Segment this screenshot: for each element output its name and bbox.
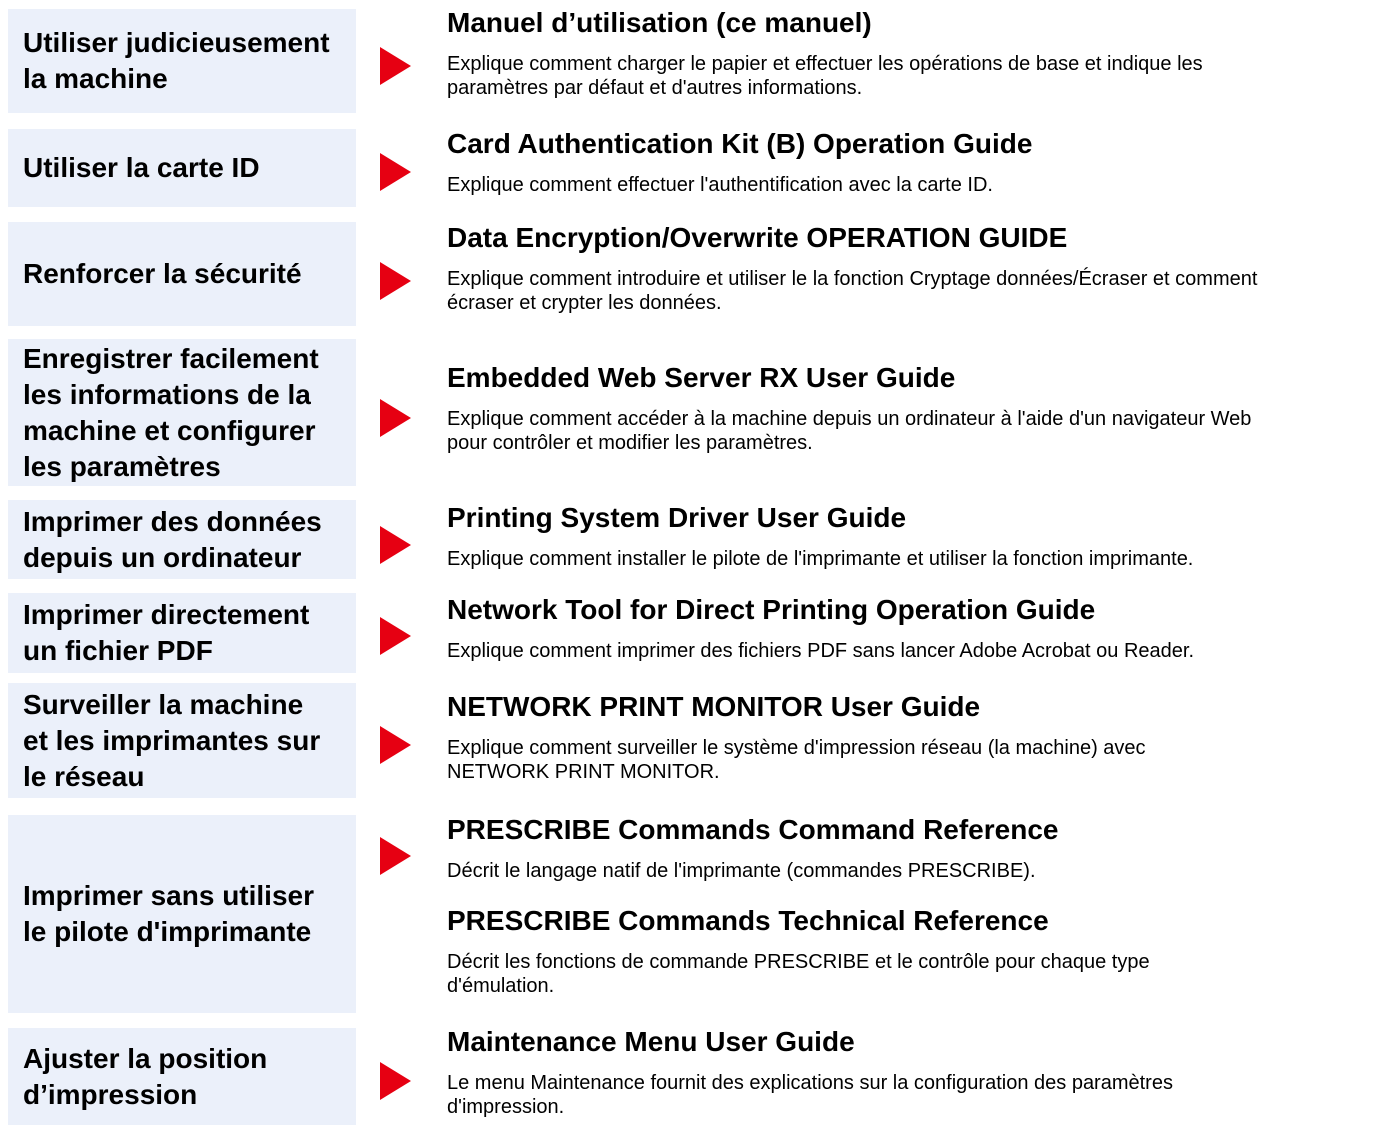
guide-description: Explique comment installer le pilote de … xyxy=(447,548,1194,570)
guide-title: NETWORK PRINT MONITOR User Guide xyxy=(447,691,981,722)
task-label: Surveiller la machine et les imprimantes… xyxy=(23,688,321,792)
task-box: Enregistrer facilement les informations … xyxy=(8,339,356,486)
guide-entry: Manuel d’utilisation (ce manuel) Expliqu… xyxy=(447,6,1397,100)
guide-entry: Printing System Driver User Guide Expliq… xyxy=(447,501,1397,571)
task-label: Imprimer des données depuis un ordinateu… xyxy=(23,505,322,573)
guide-description: Explique comment accéder à la machine de… xyxy=(447,408,1252,454)
guide-description: Décrit le langage natif de l'imprimante … xyxy=(447,860,1036,882)
task-box: Utiliser la carte ID xyxy=(8,129,356,207)
guide-title: Data Encryption/Overwrite OPERATION GUID… xyxy=(447,222,1068,253)
task-label: Ajuster la position d’impression xyxy=(23,1042,268,1110)
guide-description: Explique comment imprimer des fichiers P… xyxy=(447,640,1195,662)
task-label: Utiliser la carte ID xyxy=(23,152,260,183)
arrow-right-icon xyxy=(380,399,411,437)
arrow-right-icon xyxy=(380,262,411,300)
guide-title: Printing System Driver User Guide xyxy=(447,502,907,533)
task-label: Renforcer la sécurité xyxy=(23,258,302,289)
task-label: Imprimer directement un fichier PDF xyxy=(23,599,310,666)
task-box: Renforcer la sécurité xyxy=(8,222,356,326)
task-box: Ajuster la position d’impression xyxy=(8,1028,356,1125)
guide-entry: Embedded Web Server RX User Guide Expliq… xyxy=(447,361,1397,455)
task-label: Imprimer sans utiliser le pilote d'impri… xyxy=(23,880,315,947)
guide-title: Network Tool for Direct Printing Operati… xyxy=(447,594,1096,625)
task-label: Utiliser judicieusement la machine xyxy=(23,27,330,94)
arrow-right-icon xyxy=(380,153,411,191)
guide-title: Card Authentication Kit (B) Operation Gu… xyxy=(447,128,1033,159)
task-box: Utiliser judicieusement la machine xyxy=(8,9,356,113)
guide-title: Manuel d’utilisation (ce manuel) xyxy=(447,7,872,38)
guide-title: PRESCRIBE Commands Technical Reference xyxy=(447,905,1049,936)
guide-title: Maintenance Menu User Guide xyxy=(447,1026,855,1057)
task-label: Enregistrer facilement les informations … xyxy=(23,342,319,482)
guide-entry: NETWORK PRINT MONITOR User Guide Expliqu… xyxy=(447,690,1397,784)
task-box: Surveiller la machine et les imprimantes… xyxy=(8,683,356,798)
guide-entry: Network Tool for Direct Printing Operati… xyxy=(447,593,1397,663)
task-box: Imprimer sans utiliser le pilote d'impri… xyxy=(8,815,356,1013)
guide-entry: PRESCRIBE Commands Technical Reference D… xyxy=(447,904,1397,998)
task-box: Imprimer des données depuis un ordinateu… xyxy=(8,500,356,579)
arrow-right-icon xyxy=(380,1062,411,1100)
guide-description: Explique comment charger le papier et ef… xyxy=(447,53,1203,99)
arrow-right-icon xyxy=(380,526,411,564)
guide-entry: Maintenance Menu User Guide Le menu Main… xyxy=(447,1025,1397,1119)
arrow-right-icon xyxy=(380,726,411,764)
guide-description: Décrit les fonctions de commande PRESCRI… xyxy=(447,951,1150,997)
guide-title: Embedded Web Server RX User Guide xyxy=(447,362,956,393)
guide-description: Explique comment introduire et utiliser … xyxy=(447,268,1258,314)
arrow-right-icon xyxy=(380,837,411,875)
arrow-right-icon xyxy=(380,617,411,655)
guide-entry: Data Encryption/Overwrite OPERATION GUID… xyxy=(447,221,1397,315)
guide-description: Explique comment effectuer l'authentific… xyxy=(447,174,993,196)
guide-entry: Card Authentication Kit (B) Operation Gu… xyxy=(447,127,1397,197)
guide-entry: PRESCRIBE Commands Command Reference Déc… xyxy=(447,813,1397,883)
arrow-right-icon xyxy=(380,47,411,85)
task-box: Imprimer directement un fichier PDF xyxy=(8,593,356,673)
guide-title: PRESCRIBE Commands Command Reference xyxy=(447,814,1059,845)
guide-description: Le menu Maintenance fournit des explicat… xyxy=(447,1072,1173,1118)
guide-description: Explique comment surveiller le système d… xyxy=(447,737,1146,783)
